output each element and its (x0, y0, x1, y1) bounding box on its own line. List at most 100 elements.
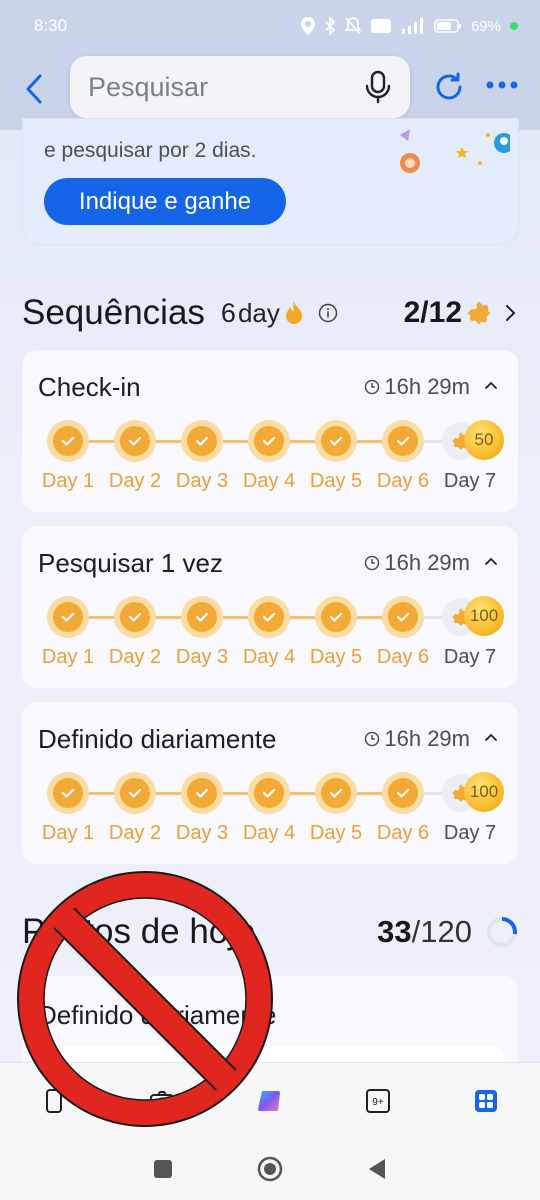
day-complete-node (315, 596, 357, 638)
streak-unit: day (237, 297, 280, 328)
day-complete-node (315, 420, 357, 462)
refer-and-earn-button[interactable]: Indique e ganhe (44, 178, 286, 225)
signal-icon (401, 18, 423, 34)
day-label: Day 1 (41, 470, 95, 492)
refresh-icon[interactable] (434, 72, 464, 102)
back-arrow-icon[interactable] (22, 72, 50, 106)
coin-reward-icon: 100 (464, 596, 504, 636)
streak-number: 6 (220, 297, 236, 328)
day-label: Day 4 (242, 822, 296, 844)
checkmark-icon (329, 612, 343, 622)
day-label: Day 3 (175, 646, 229, 668)
checkmark-icon (128, 612, 142, 622)
location-icon (300, 17, 315, 35)
day-complete-node (248, 772, 290, 814)
day-label: Day 7 (443, 822, 497, 844)
day-complete-node (382, 420, 424, 462)
points-task-card[interactable]: Definido diariamente (22, 976, 518, 1076)
streak-task-card[interactable]: Definido diariamente 16h 29m 100 Day 1 Da… (22, 702, 518, 864)
day-complete-node (114, 420, 156, 462)
task-timer-value: 16h 29m (384, 726, 470, 751)
privacy-dot (510, 22, 518, 30)
day-label: Day 7 (443, 646, 497, 668)
tab-camera[interactable] (137, 1076, 187, 1126)
checkmark-icon (61, 436, 75, 446)
bottom-tab-bar: 9+ (0, 1062, 540, 1138)
system-nav-bar (0, 1138, 540, 1200)
clock-icon (365, 379, 380, 395)
home-circle-icon[interactable] (257, 1156, 283, 1182)
task-title: Pesquisar 1 vez (38, 548, 223, 578)
streaks-count: 2/12 (404, 296, 518, 330)
promo-text: e pesquisar por 2 dias. (44, 139, 257, 162)
day-label: Day 4 (242, 646, 296, 668)
bluetooth-icon (325, 17, 336, 35)
referral-promo-card: e pesquisar por 2 dias. Indique e ganhe (22, 118, 519, 245)
status-time: 8:30 (34, 16, 68, 35)
tabs-count-icon: 9+ (366, 1088, 390, 1113)
checkmark-icon (195, 612, 209, 622)
tab-tabs-count[interactable]: 9+ (353, 1076, 403, 1126)
day-complete-node (181, 420, 223, 462)
streaks-header[interactable]: Sequências 6 day 2/12 (22, 290, 518, 336)
search-input[interactable]: Pesquisar (70, 56, 410, 118)
day-complete-node (382, 596, 424, 638)
streaks-title: Sequências (22, 293, 205, 332)
day-label: Day 5 (309, 646, 363, 668)
checkmark-icon (396, 612, 410, 622)
task-timer: 16h 29m (364, 550, 470, 576)
reward-amount: 50 (474, 430, 494, 449)
info-icon[interactable] (318, 303, 338, 323)
checkmark-icon (61, 612, 75, 622)
day7-reward-node: 100 (442, 596, 506, 638)
todays-points-title: Pontos de hoje (22, 912, 256, 951)
coin-reward-icon: 50 (464, 420, 504, 460)
day-label: Day 5 (309, 822, 363, 844)
battery-percent: 69% (470, 17, 501, 35)
search-placeholder: Pesquisar (88, 71, 209, 102)
streak-task-card[interactable]: Check-in 16h 29m 50 Day 1 Day 2 Day 3 Day 4… (22, 350, 518, 512)
tab-phone[interactable] (29, 1076, 79, 1126)
chevron-right-icon[interactable] (504, 303, 518, 323)
recents-square-icon[interactable] (153, 1159, 173, 1179)
tabs-count-label: 9+ (372, 1097, 384, 1108)
promo-illustration-icon (400, 129, 510, 173)
camera-icon (150, 1090, 174, 1112)
points-task-title: Definido diariamente (38, 1000, 277, 1030)
more-options-icon[interactable] (486, 78, 518, 92)
chevron-up-icon[interactable] (484, 732, 498, 742)
tab-apps[interactable] (461, 1076, 511, 1126)
day-label: Day 1 (41, 822, 95, 844)
day-label: Day 6 (376, 646, 430, 668)
day-complete-node (114, 596, 156, 638)
task-timer: 16h 29m (364, 374, 470, 400)
day-complete-node (47, 420, 89, 462)
task-title: Check-in (38, 372, 141, 402)
checkmark-icon (128, 788, 142, 798)
mute-icon (344, 17, 361, 35)
day-label: Day 5 (309, 470, 363, 492)
day-complete-node (248, 596, 290, 638)
clock-icon (365, 555, 380, 571)
checkmark-icon (128, 436, 142, 446)
day7-reward-node: 50 (442, 420, 506, 462)
todays-points-header: Pontos de hoje 33 /120 (22, 906, 518, 958)
streak-task-card[interactable]: Pesquisar 1 vez 16h 29m 100 Day 1 Day 2 Da… (22, 526, 518, 688)
day-complete-node (248, 420, 290, 462)
apps-grid-icon (475, 1089, 497, 1112)
day-label: Day 6 (376, 470, 430, 492)
back-triangle-icon[interactable] (367, 1158, 387, 1180)
reward-amount: 100 (469, 782, 499, 801)
points-total: /120 (411, 914, 472, 949)
chevron-up-icon[interactable] (484, 556, 498, 566)
task-title: Definido diariamente (38, 724, 277, 754)
coin-reward-icon: 100 (464, 772, 504, 812)
points-current: 33 (377, 914, 412, 949)
reward-amount: 100 (469, 606, 499, 625)
task-timer: 16h 29m (364, 726, 470, 752)
flame-icon (285, 301, 302, 324)
day-label: Day 6 (376, 822, 430, 844)
tab-copilot[interactable] (245, 1076, 295, 1126)
microphone-icon[interactable] (364, 70, 392, 104)
chevron-up-icon[interactable] (484, 380, 498, 390)
